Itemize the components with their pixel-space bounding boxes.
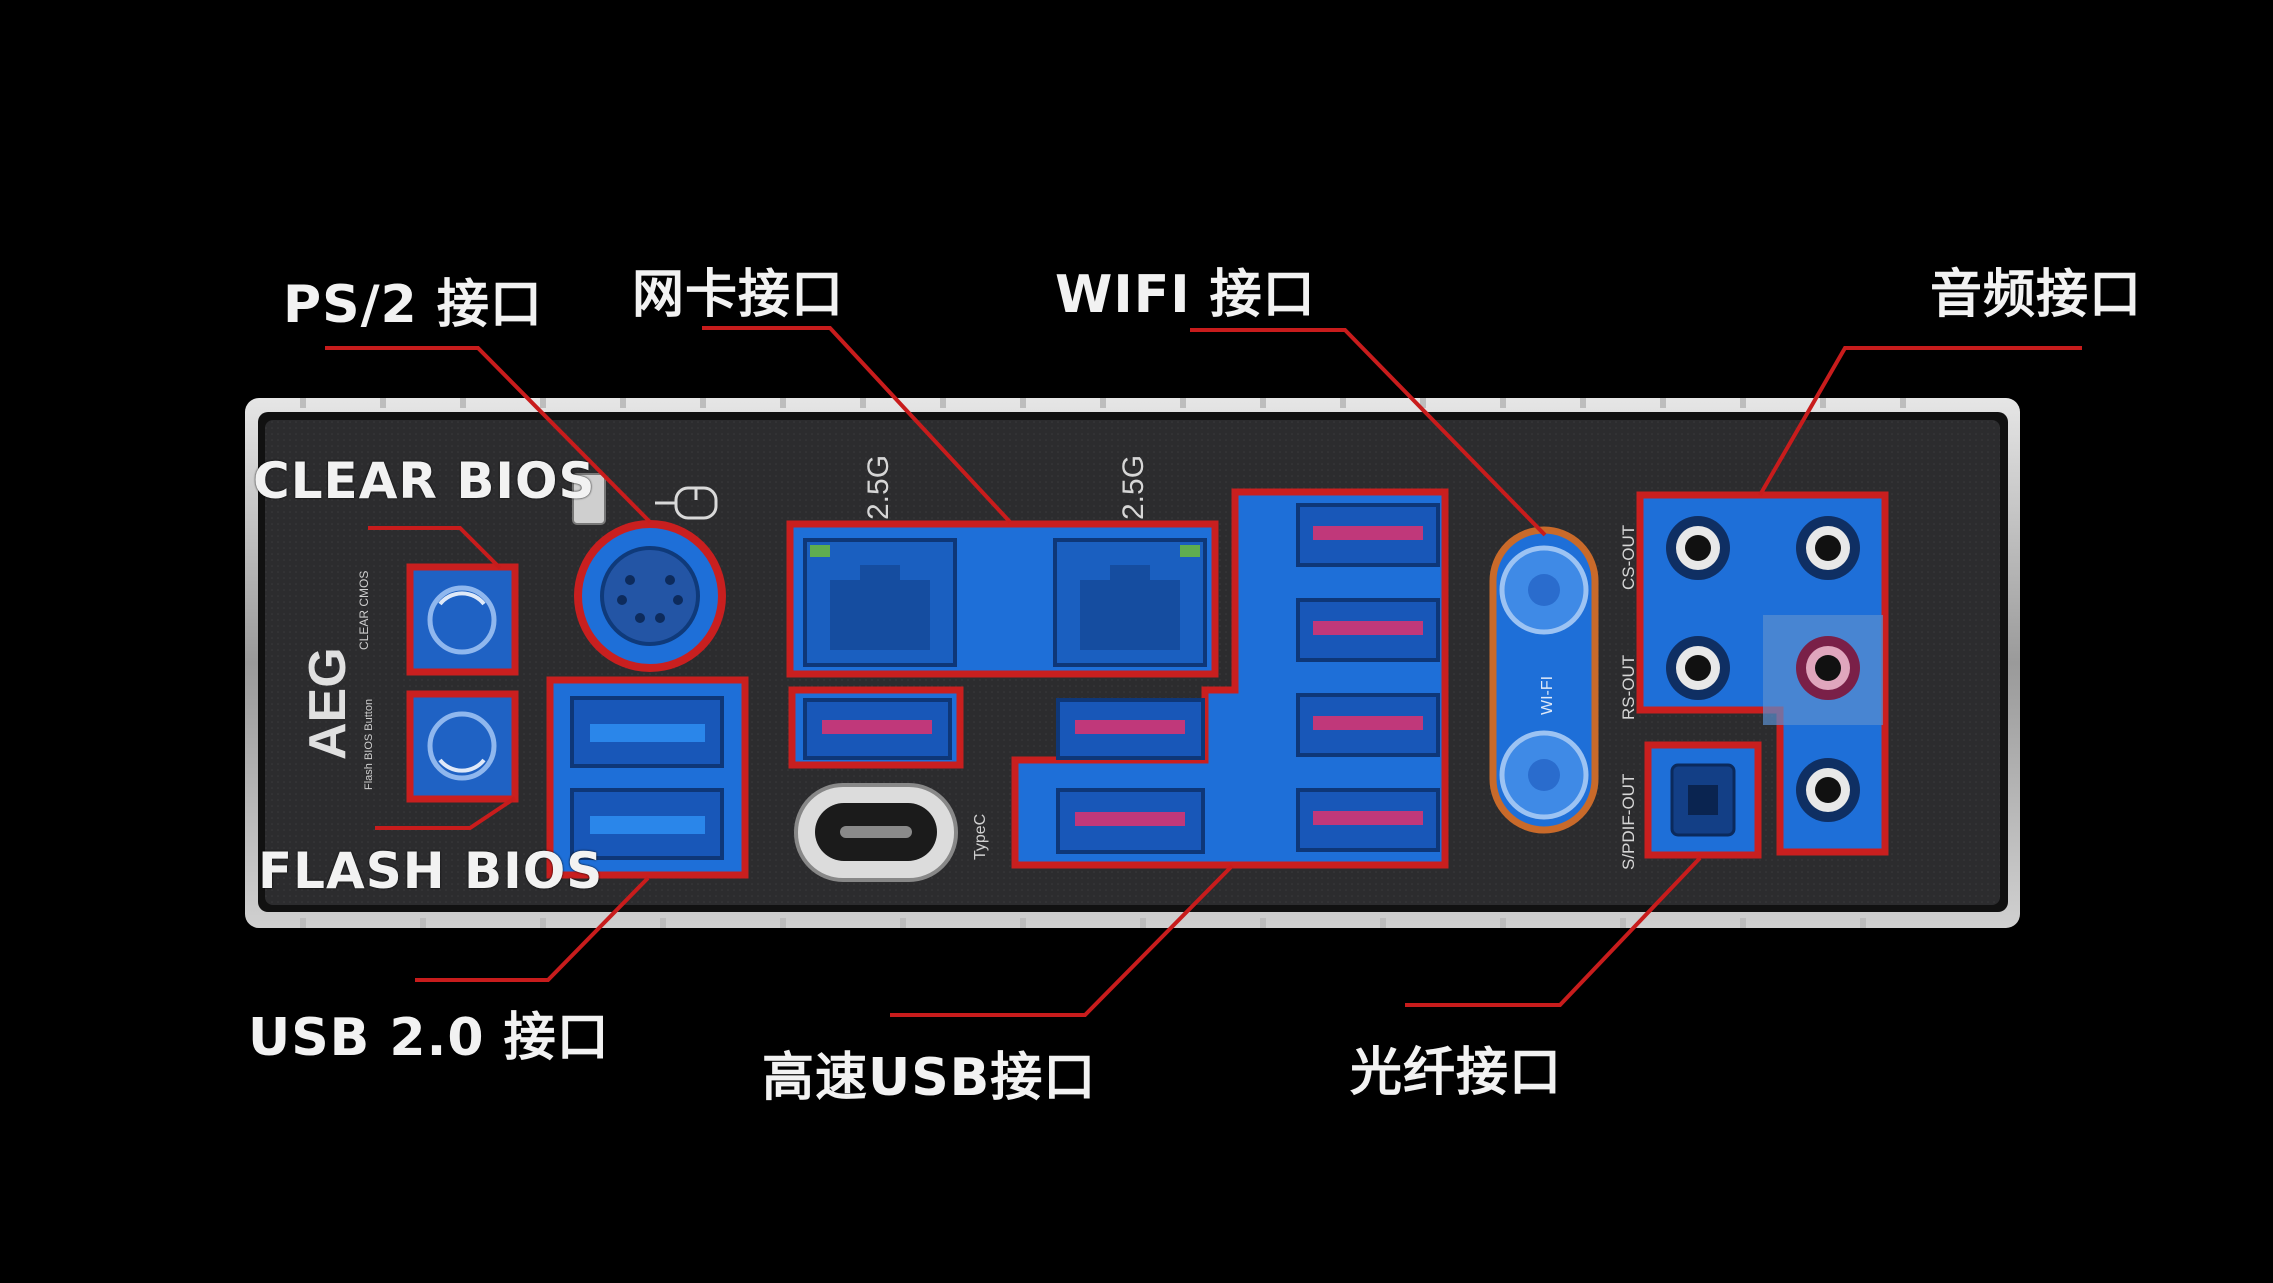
optical-label: 光纤接口 bbox=[1350, 1043, 1563, 1103]
io-panel-illustration: AEG CLEAR CMOS Flash BIOS Button 2.5G 2.… bbox=[245, 326, 2082, 1017]
type-c-caption: TypeC bbox=[972, 814, 989, 860]
flash-bios-button-caption: Flash BIOS Button bbox=[363, 699, 375, 790]
cs-out-caption: CS-OUT bbox=[1619, 525, 1638, 590]
ps2-port[interactable] bbox=[574, 520, 726, 672]
usb2-label: USB 2.0 接口 bbox=[248, 1008, 610, 1068]
usb3-port[interactable] bbox=[1296, 788, 1440, 852]
high-speed-usb-label: 高速USB接口 bbox=[762, 1048, 1097, 1108]
ps2-label: PS/2 接口 bbox=[283, 275, 543, 335]
lan-port-right[interactable] bbox=[1053, 538, 1207, 667]
audio-jack[interactable] bbox=[1796, 516, 1860, 580]
wifi-antenna-connector[interactable] bbox=[1499, 730, 1589, 820]
lan-speed-right: 2.5G bbox=[1117, 455, 1150, 520]
lan-port-group bbox=[786, 520, 1219, 678]
audio-jack-mic[interactable] bbox=[1796, 636, 1860, 700]
lan-speed-left: 2.5G bbox=[862, 455, 895, 520]
clear-cmos-caption: CLEAR CMOS bbox=[357, 571, 371, 650]
clear-cmos-button[interactable] bbox=[406, 563, 519, 676]
audio-jack[interactable] bbox=[1796, 758, 1860, 822]
audio-jack[interactable] bbox=[1666, 516, 1730, 580]
wifi-antenna-connector[interactable] bbox=[1499, 545, 1589, 635]
io-panel-diagram: AEG CLEAR CMOS Flash BIOS Button 2.5G 2.… bbox=[0, 0, 2273, 1279]
network-label: 网卡接口 bbox=[632, 265, 845, 325]
audio-label: 音频接口 bbox=[1930, 265, 2143, 325]
usb3-port[interactable] bbox=[1296, 693, 1440, 757]
lan-port-left[interactable] bbox=[803, 538, 957, 667]
rs-out-caption: RS-OUT bbox=[1619, 655, 1638, 720]
usb2-port-top[interactable] bbox=[570, 696, 724, 768]
usb3-port[interactable] bbox=[1056, 788, 1205, 854]
aeg-logo-text: AEG bbox=[299, 647, 357, 760]
flash-bios-button[interactable] bbox=[406, 690, 519, 803]
usb3-port[interactable] bbox=[1296, 598, 1440, 662]
wifi-label: WIFI 接口 bbox=[1055, 265, 1316, 325]
usb3-port[interactable] bbox=[1296, 503, 1440, 567]
type-c-port[interactable] bbox=[794, 783, 958, 882]
usb3-port[interactable] bbox=[1056, 698, 1205, 760]
spdif-out-caption: S/PDIF-OUT bbox=[1619, 774, 1638, 870]
flash-bios-label: FLASH BIOS bbox=[258, 842, 604, 900]
aeg-logo: AEG bbox=[299, 647, 357, 760]
audio-jack[interactable] bbox=[1666, 636, 1730, 700]
usb3-port[interactable] bbox=[803, 698, 952, 760]
wifi-plate-text: WI-FI bbox=[1539, 676, 1556, 715]
optical-port[interactable] bbox=[1644, 741, 1762, 859]
clear-bios-label: CLEAR BIOS bbox=[253, 452, 596, 510]
